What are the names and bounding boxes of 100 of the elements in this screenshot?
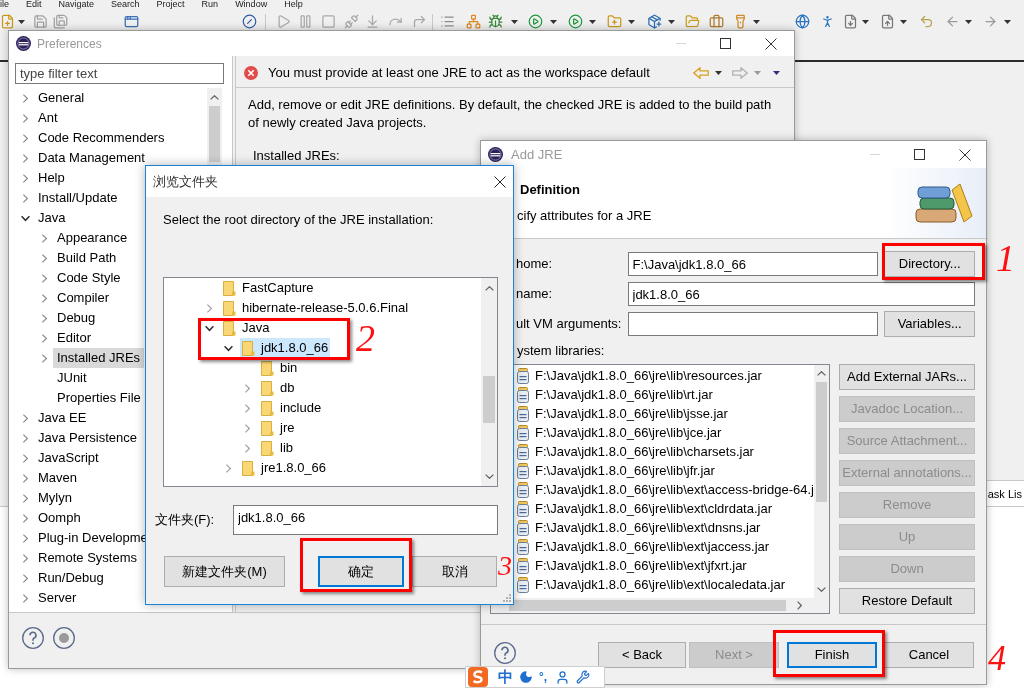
chevron-right-icon[interactable]	[20, 133, 30, 143]
caret-icon[interactable]	[589, 19, 596, 24]
file-upload-icon[interactable]	[880, 14, 895, 29]
tree-item[interactable]: Installed JREs	[53, 348, 145, 368]
caret-icon[interactable]	[965, 19, 972, 24]
menu-item[interactable]: ile	[0, 0, 9, 9]
folder-tree-item[interactable]: FastCapture	[221, 278, 316, 298]
library-item[interactable]: F:\Java\jdk1.8.0_66\jre\lib\ext\localedata.jar	[535, 575, 786, 594]
tree-item[interactable]: Editor	[53, 328, 95, 348]
chevron-right-icon[interactable]	[20, 93, 30, 103]
tree-item[interactable]: Java	[34, 208, 70, 228]
resize-grip-icon[interactable]	[502, 593, 511, 602]
menu-item[interactable]: Navigate	[58, 0, 95, 9]
caret-icon[interactable]	[550, 19, 557, 24]
chevron-right-icon[interactable]	[204, 303, 214, 313]
help-icon[interactable]	[22, 627, 44, 649]
tree-item[interactable]: Data Management	[34, 148, 149, 168]
library-item[interactable]: F:\Java\jdk1.8.0_66\jre\lib\charsets.jar	[535, 442, 754, 461]
menu-item[interactable]: Edit	[26, 0, 42, 9]
chevron-right-icon[interactable]	[242, 423, 252, 433]
ime-mode[interactable]: 中	[498, 667, 513, 687]
play-icon[interactable]	[276, 14, 291, 29]
view-tab[interactable]: ask Lis	[984, 480, 1024, 506]
stop-icon[interactable]	[321, 14, 336, 29]
button[interactable]: Directory...	[884, 251, 975, 277]
button[interactable]: Variables...	[884, 311, 975, 337]
library-item[interactable]: F:\Java\jdk1.8.0_66\jre\lib\rt.jar	[535, 385, 713, 404]
hierarchy-icon[interactable]	[466, 14, 481, 29]
arrow-right-icon[interactable]	[732, 66, 748, 79]
tree-item[interactable]: Debug	[53, 308, 100, 328]
library-item[interactable]: F:\Java\jdk1.8.0_66\jre\lib\ext\dnsns.jar	[535, 518, 761, 537]
tree-item[interactable]: Oomph	[34, 508, 85, 528]
arrow-left-icon[interactable]	[693, 66, 709, 79]
button[interactable]: 新建文件夹(M)	[164, 556, 285, 587]
arrow-down-to-line-icon[interactable]	[365, 14, 380, 29]
scrollbar-thumb[interactable]	[509, 600, 786, 611]
save-all-icon[interactable]	[53, 14, 68, 29]
chevron-right-icon[interactable]	[242, 443, 252, 453]
tree-item[interactable]: Code Style	[53, 268, 125, 288]
chevron-right-icon[interactable]	[20, 533, 30, 543]
corner-arrow-icon[interactable]	[412, 14, 427, 29]
chevron-right-icon[interactable]	[39, 273, 49, 283]
folder-tree-item[interactable]: Java	[221, 318, 272, 338]
chevron-right-icon[interactable]	[39, 233, 49, 243]
chevron-right-icon[interactable]	[223, 463, 233, 473]
chevron-right-icon[interactable]	[20, 153, 30, 163]
flashlight-icon[interactable]	[733, 14, 748, 29]
save-icon[interactable]	[33, 14, 48, 29]
text-field[interactable]	[627, 312, 879, 336]
circle-slash-icon[interactable]	[242, 14, 257, 29]
menu-item[interactable]: Run	[201, 0, 219, 9]
folder-tree-item[interactable]: jre	[259, 418, 297, 438]
person-icon[interactable]	[820, 14, 835, 29]
folder-tree-item[interactable]: hibernate-release-5.0.6.Final	[221, 298, 411, 318]
list-icon[interactable]	[440, 14, 455, 29]
menu-item[interactable]: Search	[111, 0, 140, 9]
button[interactable]: Add External JARs...	[839, 364, 975, 390]
folder-tree-item[interactable]: jre1.8.0_66	[240, 458, 329, 478]
caret-icon[interactable]	[511, 19, 518, 24]
scroll-down-icon[interactable]	[484, 473, 494, 479]
tree-item[interactable]: Java EE	[34, 408, 91, 428]
library-item[interactable]: F:\Java\jdk1.8.0_66\jre\lib\jfr.jar	[535, 461, 715, 480]
button[interactable]: Cancel	[884, 642, 974, 668]
chevron-right-icon[interactable]	[20, 473, 30, 483]
caret-icon[interactable]	[668, 19, 675, 24]
menu-item[interactable]: Window	[235, 0, 268, 9]
tree-item[interactable]: JUnit	[53, 368, 91, 388]
scrollbar[interactable]	[814, 365, 829, 598]
caret-icon[interactable]	[862, 19, 869, 24]
tree-item[interactable]: JavaScript	[34, 448, 103, 468]
button[interactable]: < Back	[598, 642, 686, 668]
unplug-icon[interactable]	[344, 14, 359, 29]
scrollbar[interactable]	[207, 88, 222, 165]
chevron-right-icon[interactable]	[39, 293, 49, 303]
chevron-right-icon[interactable]	[39, 333, 49, 343]
scroll-up-icon[interactable]	[817, 371, 826, 376]
tree-item[interactable]: Compiler	[53, 288, 113, 308]
globe-icon[interactable]	[795, 14, 810, 29]
maximize-icon[interactable]	[914, 149, 925, 160]
moon-icon[interactable]	[519, 670, 533, 684]
caret-icon[interactable]	[715, 70, 722, 75]
library-item[interactable]: F:\Java\jdk1.8.0_66\jre\lib\jsse.jar	[535, 404, 728, 423]
tree-item[interactable]: Appearance	[53, 228, 132, 248]
close-icon[interactable]	[494, 175, 506, 188]
window-icon[interactable]	[124, 14, 139, 29]
chevron-right-icon[interactable]	[20, 433, 30, 443]
maximize-icon[interactable]	[720, 38, 731, 49]
play-icon[interactable]	[568, 14, 583, 29]
folder-tree-item[interactable]: include	[259, 398, 324, 418]
chevron-right-icon[interactable]	[20, 493, 30, 503]
pause-icon[interactable]	[298, 14, 313, 29]
library-item[interactable]: F:\Java\jdk1.8.0_66\jre\lib\ext\access-bridge-64.j	[535, 480, 814, 499]
play-icon[interactable]	[528, 14, 543, 29]
caret-icon[interactable]	[773, 70, 780, 75]
library-item[interactable]: F:\Java\jdk1.8.0_66\jre\lib\ext\jfxrt.jar	[535, 556, 747, 575]
circle-dot-icon[interactable]	[53, 627, 75, 649]
tree-item[interactable]: Code Recommenders	[34, 128, 169, 148]
button[interactable]: Finish	[787, 642, 877, 668]
chevron-right-icon[interactable]	[242, 383, 252, 393]
caret-icon[interactable]	[753, 19, 760, 24]
